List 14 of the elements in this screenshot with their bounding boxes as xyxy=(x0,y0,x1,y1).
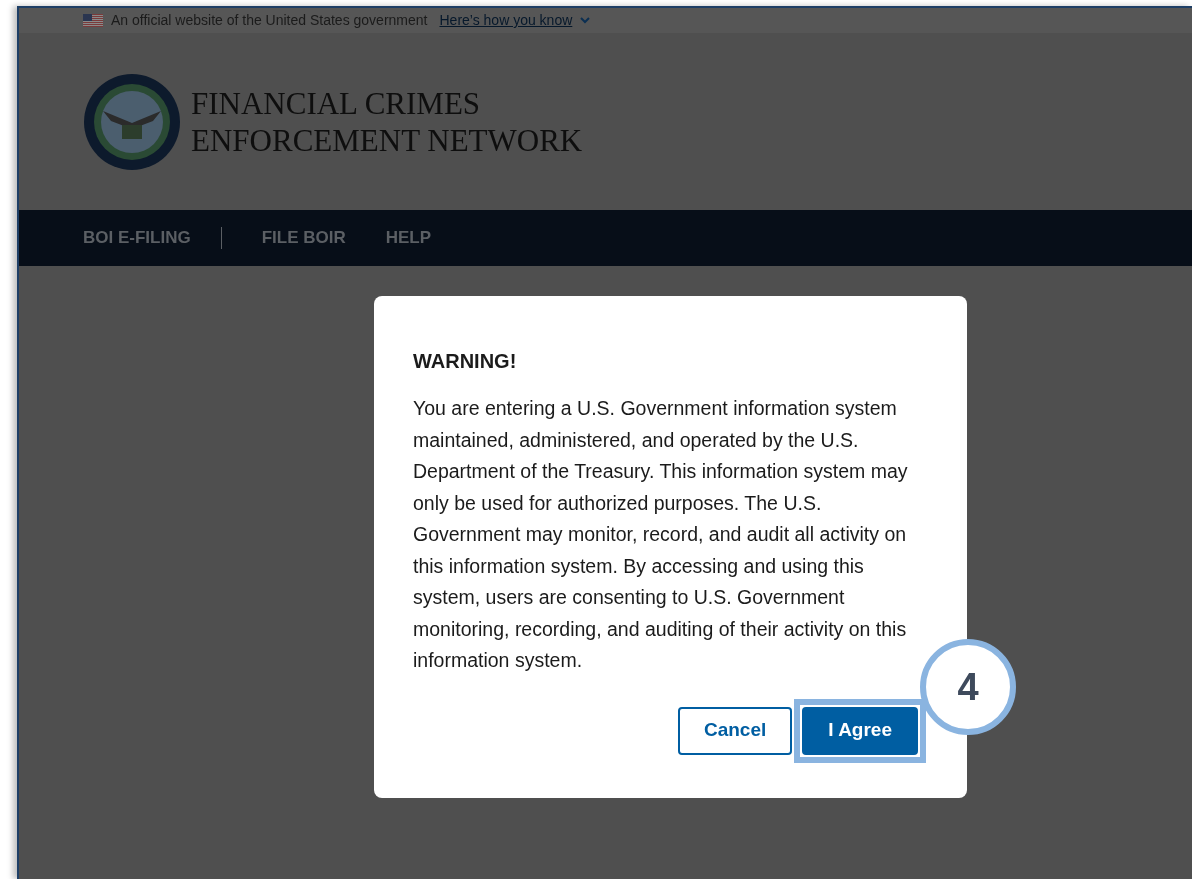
seal-logo-icon xyxy=(83,72,181,171)
nav-link[interactable]: HELP xyxy=(385,225,432,251)
warning-text: You are entering a U.S. Government information system maintained, administered, and operated by the U.S. Department of the Treasury. This information system may only be used for authorized purposes. The U.S. Government may monitor, record, and audit all activity on this information system. By accessing and using this system, users are consenting to U.S. Government monitoring, recording, and auditing of their activity on this information system. xyxy=(413,396,909,673)
agency-title: FINANCIAL CRIMES ENFORCEMENT NETWORK xyxy=(191,84,583,159)
flag-icon xyxy=(83,14,103,27)
how-you-know-link[interactable]: Here’s how you know xyxy=(439,10,573,31)
agree-button[interactable]: I Agree xyxy=(802,706,918,755)
cancel-button[interactable]: Cancel xyxy=(677,706,793,755)
banner-text: An official website of the United States government xyxy=(111,11,428,30)
nav-link[interactable]: BOI E-FILING xyxy=(83,225,191,251)
chevron-down-icon xyxy=(580,17,591,24)
nav-link[interactable]: FILE BOIR xyxy=(261,225,346,251)
modal-title: WARNING! xyxy=(413,349,518,374)
step-callout: 4 xyxy=(920,639,1016,735)
